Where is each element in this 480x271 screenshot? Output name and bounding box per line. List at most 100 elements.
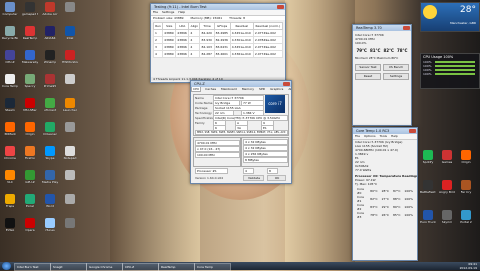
desktop-icon-label: Firefox (25, 156, 35, 160)
desktop-icon[interactable] (62, 74, 78, 93)
validate-button[interactable]: Validate (243, 175, 264, 181)
cpu-usage-gadget[interactable]: CPU Usage 100% 100% 100% 100% 100% (420, 53, 480, 89)
testing-titlebar[interactable]: Testing (9:11) - Intel Burn Test (151, 4, 285, 10)
desktop-icon-label: Skyrim (441, 220, 453, 224)
desktop-icon-label: Computer (2, 12, 18, 16)
table-cell: 2.07749e-002 (252, 43, 284, 51)
desktop-icon[interactable] (62, 2, 78, 21)
close-icon[interactable] (277, 5, 284, 9)
desktop-icon[interactable]: Origin (458, 150, 474, 169)
cores-count: 4 (243, 168, 254, 174)
desktop-icon[interactable] (62, 218, 78, 237)
menu-item[interactable]: Settings (162, 10, 174, 14)
desktop-icon[interactable]: VLC (2, 170, 18, 189)
menu-item[interactable]: Options (364, 134, 376, 138)
desktop-icon[interactable]: Media Player (42, 170, 58, 189)
start-button[interactable] (2, 262, 11, 270)
desktop-icon[interactable]: Skype (42, 146, 58, 165)
desktop-icon-label: MSI After (23, 108, 37, 112)
realtemp-button[interactable]: Sensor Test (355, 64, 381, 71)
weather-gadget[interactable]: 28° Manchester, GBR (420, 2, 480, 32)
desktop-icon[interactable]: Euro Truck (420, 210, 436, 229)
testing-params: Problem size: 43889 Memory (MB): 15061 T… (151, 16, 285, 20)
desktop-icon[interactable]: RealTemp (22, 26, 38, 45)
clock[interactable]: 09:41 2012-09-19 (460, 262, 477, 270)
coretemp-titlebar[interactable]: Core Temp 1.0 RC3 (353, 128, 417, 134)
table-row[interactable]: 3 43889 43896 4 84.103 83.6431 4.3451e-010 2.07… (152, 43, 284, 51)
realtemp-button[interactable]: Reset (355, 73, 381, 80)
desktop-icon[interactable]: Opera (22, 218, 38, 237)
desktop-icon[interactable]: Origin (22, 122, 38, 141)
desktop-icon[interactable]: Notepad (62, 146, 78, 165)
desktop-icon[interactable]: Launcher (62, 98, 78, 117)
desktop-icon[interactable]: Portal 2 (458, 210, 474, 229)
selection-dropdown[interactable]: Processor #1 (195, 168, 228, 174)
app-icon (45, 146, 55, 156)
desktop-icon[interactable]: Angry Birds (439, 180, 455, 199)
close-icon[interactable] (283, 82, 290, 86)
desktop-icon[interactable]: Winamp (42, 50, 58, 69)
app-icon (461, 180, 471, 190)
desktop-icon[interactable]: iTunes (42, 218, 58, 237)
menu-item[interactable]: File (153, 10, 158, 14)
desktop-icon[interactable]: Firefox (22, 146, 38, 165)
desktop-icon[interactable]: uTorrent (42, 98, 58, 117)
realtemp-button[interactable]: XS Bench (383, 64, 409, 71)
desktop-icon[interactable]: Far Cry (458, 180, 474, 199)
menu-item[interactable]: Tools (380, 134, 387, 138)
menu-item[interactable]: File (355, 134, 360, 138)
ok-button[interactable]: OK (267, 175, 286, 181)
cpuz-titlebar[interactable]: CPU-Z (191, 81, 291, 87)
desktop-icon[interactable] (62, 122, 78, 141)
tab-caches[interactable]: Caches (204, 87, 217, 91)
desktop-icon[interactable]: gamepad tra (22, 2, 38, 21)
desktop-icon[interactable]: Word (42, 194, 58, 213)
desktop-icon[interactable]: Spotify (420, 150, 436, 169)
desktop-icon[interactable] (62, 170, 78, 189)
close-icon[interactable] (409, 129, 416, 133)
desktop-icon[interactable]: Computer (2, 2, 18, 21)
tab-spd[interactable]: SPD (258, 87, 266, 91)
app-icon (25, 122, 35, 132)
desktop-icon[interactable]: Prime95 (42, 74, 58, 93)
desktop-icon[interactable]: AIDA64 (42, 26, 58, 45)
desktop-icon[interactable]: Excel (22, 194, 38, 213)
table-row[interactable]: 2 43889 43896 4 83.930 82.4936 4.3301e-010 2.07… (152, 36, 284, 44)
table-cell: 4 (188, 29, 201, 37)
desktop-icon[interactable]: MSI After (22, 98, 38, 117)
desktop-icon[interactable]: Battlefield 3 (420, 180, 436, 199)
desktop-icon[interactable]: Adobe Acr (42, 2, 58, 21)
menu-item[interactable]: Help (391, 134, 398, 138)
desktop-icon[interactable]: Games (439, 150, 455, 169)
memory-size: Memory (MB): 15061 (190, 16, 223, 20)
desktop-icon[interactable]: Intel (62, 26, 78, 45)
desktop-icon[interactable]: Core Temp (2, 74, 18, 93)
tab-mainboard[interactable]: Mainboard (220, 87, 238, 91)
menu-item[interactable]: Help (178, 10, 185, 14)
close-icon[interactable] (403, 26, 410, 30)
desktop-icon[interactable]: 3DMark (2, 122, 18, 141)
desktop-icon[interactable]: HWMonitor (62, 50, 78, 69)
desktop-icon[interactable]: EVGA (2, 218, 18, 237)
app-icon (65, 146, 75, 156)
table-row[interactable]: 4 43889 43896 4 84.287 83.4601 4.3361e-010 2.07… (152, 50, 284, 58)
desktop-icon[interactable]: Speccy (22, 74, 38, 93)
desktop-icon[interactable]: Chrome (2, 146, 18, 165)
desktop-icon[interactable]: Malwarebytes (22, 50, 38, 69)
desktop-icon-label: AIDA64 (44, 36, 56, 40)
desktop-icon[interactable]: Fraps (2, 194, 18, 213)
desktop-icon[interactable]: CPU-Z (2, 50, 18, 69)
realtemp-button[interactable]: Settings (383, 73, 409, 80)
desktop-icon[interactable] (62, 194, 78, 213)
table-header-row: Run Size LDA Align Time GFlops Residual Residua… (152, 22, 284, 30)
tab-graphics[interactable]: Graphics (269, 87, 284, 91)
desktop-icon[interactable]: CCleaner (42, 122, 58, 141)
tab-about[interactable]: About (287, 87, 291, 91)
desktop-icon[interactable]: Recycle Bin (2, 26, 18, 45)
tab-memory[interactable]: Memory (241, 87, 255, 91)
desktop-icon[interactable]: Steam (2, 98, 18, 117)
desktop-icon[interactable]: Skyrim (439, 210, 455, 229)
realtemp-titlebar[interactable]: RealTemp 3.70 (353, 25, 411, 31)
table-row[interactable]: 1 43889 43896 4 84.420 83.4985 4.3451e-010 2.07… (152, 29, 284, 37)
desktop-icon[interactable]: GPU-Z (22, 170, 38, 189)
